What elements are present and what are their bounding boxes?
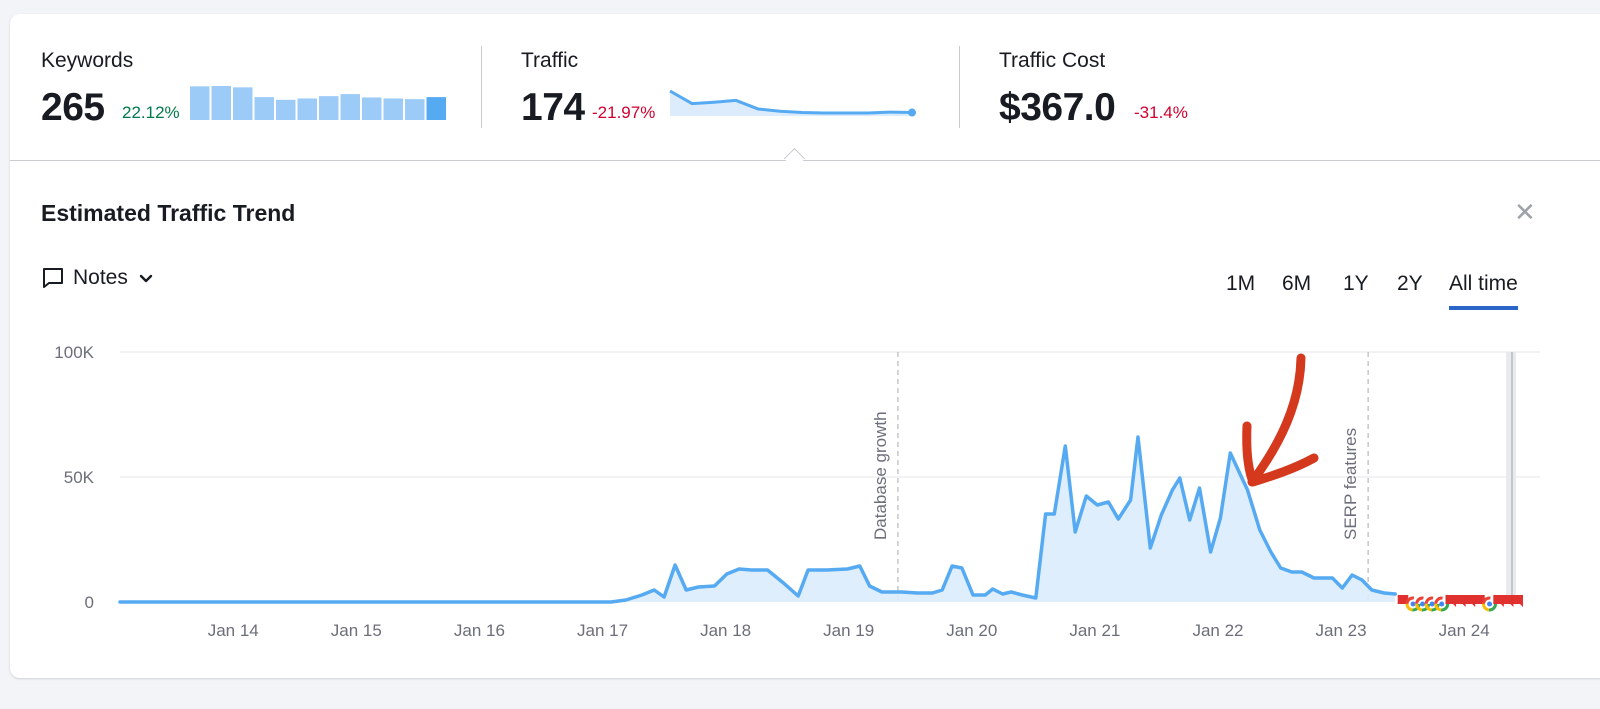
- x-tick-label: Jan 23: [1316, 621, 1367, 640]
- x-tick-label: Jan 22: [1192, 621, 1243, 640]
- current-period-band: [1506, 352, 1516, 602]
- x-tick-label: Jan 18: [700, 621, 751, 640]
- x-tick-label: Jan 19: [823, 621, 874, 640]
- traffic-overview-card: Keywords 265 22.12% Traffic 174 -21.97% …: [10, 14, 1600, 678]
- y-tick-label: 50K: [64, 468, 95, 487]
- x-tick-label: Jan 14: [208, 621, 259, 640]
- x-tick-label: Jan 16: [454, 621, 505, 640]
- x-tick-label: Jan 17: [577, 621, 628, 640]
- x-tick-label: Jan 21: [1069, 621, 1120, 640]
- flag-marker-icon: [1502, 595, 1514, 610]
- x-tick-label: Jan 24: [1439, 621, 1490, 640]
- x-tick-label: Jan 20: [946, 621, 997, 640]
- flag-marker-icon: [1464, 595, 1476, 610]
- annotation-label: SERP features: [1341, 428, 1360, 540]
- annotation-label: Database growth: [871, 411, 890, 540]
- flag-marker-icon: [1512, 595, 1523, 610]
- traffic-trend-chart[interactable]: 0 50K 100K Jan 14 Jan 15 Jan 16 Jan 17 Jan 18 Ja…: [10, 14, 1600, 678]
- y-tick-label: 0: [85, 593, 94, 612]
- flag-marker-icon: [1455, 595, 1466, 610]
- x-tick-label: Jan 15: [331, 621, 382, 640]
- y-tick-label: 100K: [54, 343, 94, 362]
